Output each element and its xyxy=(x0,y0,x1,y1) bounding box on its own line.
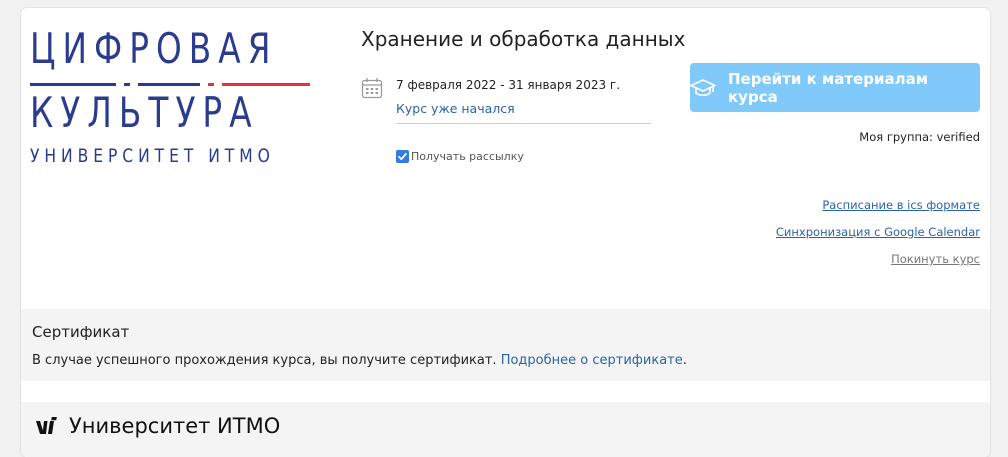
course-dates: 7 февраля 2022 - 31 января 2023 г. xyxy=(396,78,621,92)
course-title: Хранение и обработка данных xyxy=(361,27,686,51)
logo-dash-red-1 xyxy=(222,83,310,86)
course-card: ЦИФРОВАЯ КУЛЬТУРА УНИВЕРСИТЕТ ИТМО Хране… xyxy=(21,8,990,457)
logo-dot-blue-1 xyxy=(124,83,130,86)
logo-dash-blue-1 xyxy=(30,83,116,86)
ics-schedule-link[interactable]: Расписание в ics формате xyxy=(822,198,980,212)
certificate-section: Сертификат В случае успешного прохождени… xyxy=(21,309,990,381)
logo-line-1: ЦИФРОВАЯ xyxy=(30,24,278,73)
certificate-title: Сертификат xyxy=(32,323,130,341)
itmo-logo-icon xyxy=(35,416,59,442)
my-group: Моя группа: verified xyxy=(859,130,980,144)
newsletter-option[interactable]: Получать рассылку xyxy=(396,150,524,163)
leave-course-link[interactable]: Покинуть курс xyxy=(891,252,980,266)
university-name: Университет ИТМО xyxy=(69,414,281,438)
divider xyxy=(396,123,651,124)
logo-dot-red-1 xyxy=(208,83,214,86)
digital-culture-logo: ЦИФРОВАЯ КУЛЬТУРА УНИВЕРСИТЕТ ИТМО xyxy=(30,24,310,167)
go-to-materials-button[interactable]: Перейти к материалам курса xyxy=(690,63,980,112)
newsletter-checkbox[interactable] xyxy=(396,150,409,163)
newsletter-label: Получать рассылку xyxy=(411,150,524,163)
graduation-cap-icon xyxy=(690,78,716,98)
calendar-icon xyxy=(361,77,383,99)
logo-line-2: КУЛЬТУРА xyxy=(30,88,259,137)
logo-dash-blue-2 xyxy=(138,83,200,86)
go-button-label: Перейти к материалам курса xyxy=(728,69,928,106)
certificate-description: В случае успешного прохождения курса, вы… xyxy=(32,353,501,368)
university-footer: Университет ИТМО xyxy=(21,402,990,457)
certificate-text: В случае успешного прохождения курса, вы… xyxy=(32,353,687,368)
course-status: Курс уже начался xyxy=(396,101,515,116)
check-icon xyxy=(398,152,407,161)
logo-line-3: УНИВЕРСИТЕТ ИТМО xyxy=(30,145,275,167)
google-calendar-sync-link[interactable]: Синхронизация с Google Calendar xyxy=(776,225,980,239)
certificate-period: . xyxy=(682,353,687,368)
certificate-details-link[interactable]: Подробнее о сертификате xyxy=(501,353,683,368)
